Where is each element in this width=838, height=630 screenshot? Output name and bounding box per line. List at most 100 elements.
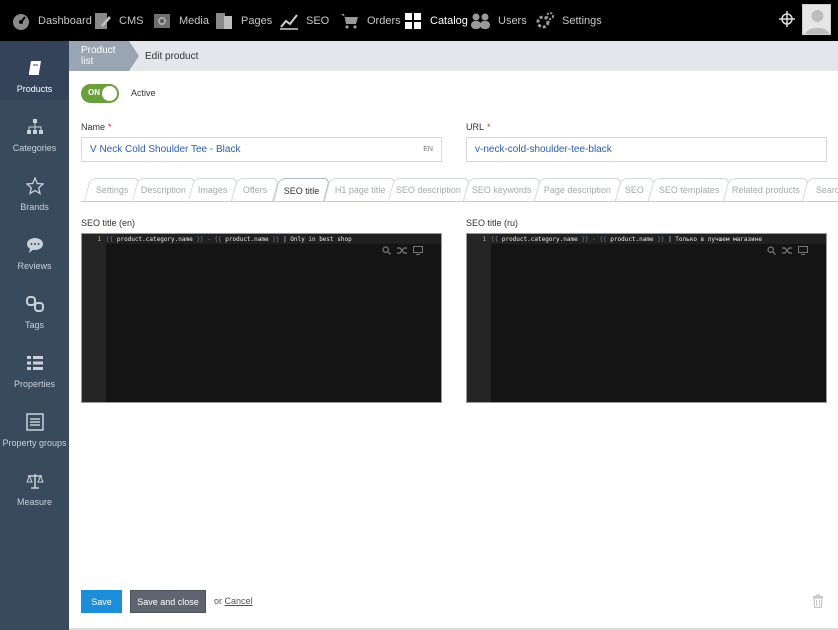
tab-related-products[interactable]: Related products bbox=[722, 178, 810, 201]
tab-h1-page-title[interactable]: H1 page title bbox=[323, 178, 397, 201]
name-label: Name * bbox=[81, 122, 112, 132]
cart-icon bbox=[339, 10, 361, 32]
dashboard-icon bbox=[10, 10, 32, 32]
seo-title-en-label: SEO title (en) bbox=[81, 218, 136, 228]
active-toggle[interactable]: ON bbox=[81, 84, 119, 103]
nav-users[interactable]: Users bbox=[470, 0, 527, 41]
toggle-state: ON bbox=[88, 88, 100, 97]
sidebar-item-label: Tags bbox=[24, 320, 44, 330]
star-icon bbox=[25, 176, 45, 196]
nav-media[interactable]: Media bbox=[151, 0, 209, 41]
list-box-icon bbox=[25, 412, 45, 432]
editor-gutter: 1 bbox=[82, 234, 106, 402]
nav-label: Catalog bbox=[430, 14, 468, 27]
sidebar-item-property-groups[interactable]: Property groups bbox=[0, 395, 69, 454]
active-label: Active bbox=[131, 88, 156, 98]
url-input[interactable]: v-neck-cold-shoulder-tee-black bbox=[466, 137, 827, 162]
nav-label: Media bbox=[179, 14, 209, 27]
name-input-value: V Neck Cold Shoulder Tee - Black bbox=[90, 144, 241, 155]
tab-description[interactable]: Description bbox=[131, 178, 197, 201]
required-mark: * bbox=[487, 122, 491, 132]
breadcrumb-arrow bbox=[129, 41, 139, 71]
seo-chart-icon bbox=[278, 10, 300, 32]
user-avatar[interactable] bbox=[802, 4, 831, 35]
sidebar-item-measure[interactable]: Measure bbox=[0, 454, 69, 513]
sidebar-item-reviews[interactable]: Reviews bbox=[0, 218, 69, 277]
nav-catalog[interactable]: Catalog bbox=[402, 0, 468, 41]
sidebar-item-categories[interactable]: Categories bbox=[0, 100, 69, 159]
nav-label: Pages bbox=[241, 14, 273, 27]
editor-gutter: 1 bbox=[467, 234, 491, 402]
required-mark: * bbox=[108, 122, 112, 132]
nav-settings[interactable]: Settings bbox=[534, 0, 602, 41]
or-text: or bbox=[214, 596, 223, 606]
shuffle-icon[interactable] bbox=[397, 245, 407, 255]
url-label-text: URL bbox=[466, 122, 485, 132]
tab-page-description[interactable]: Page description bbox=[533, 178, 623, 201]
monitor-icon[interactable] bbox=[798, 245, 808, 255]
shuffle-icon[interactable] bbox=[782, 245, 792, 255]
seo-title-ru-label: SEO title (ru) bbox=[466, 218, 519, 228]
tab-seo-templates[interactable]: SEO templates bbox=[647, 178, 731, 201]
code-line[interactable]: {{ product.category.name }} - {{ product… bbox=[491, 234, 826, 244]
seo-title-ru-editor[interactable]: 1 {{ product.category.name }} - {{ produ… bbox=[466, 233, 827, 403]
nav-cms[interactable]: CMS bbox=[91, 0, 143, 41]
search-icon[interactable] bbox=[766, 245, 776, 255]
tab-seo-keywords[interactable]: SEO keywords bbox=[462, 178, 542, 201]
tab-search[interactable]: Search bbox=[801, 178, 838, 201]
nav-label: Users bbox=[498, 14, 527, 27]
nav-label: Orders bbox=[367, 14, 401, 27]
nav-label: Dashboard bbox=[38, 14, 92, 27]
users-icon bbox=[470, 10, 492, 32]
tab-seo-description[interactable]: SEO description bbox=[387, 178, 471, 201]
monitor-icon[interactable] bbox=[413, 245, 423, 255]
book-icon bbox=[25, 58, 45, 78]
sidebar-item-label: Brands bbox=[20, 202, 49, 212]
save-button[interactable]: Save bbox=[81, 590, 122, 613]
nav-seo[interactable]: SEO bbox=[278, 0, 329, 41]
code-line[interactable]: {{ product.category.name }} - {{ product… bbox=[106, 234, 441, 244]
or-cancel: or Cancel bbox=[214, 596, 253, 606]
language-tag[interactable]: EN bbox=[423, 146, 433, 153]
nav-pages[interactable]: Pages bbox=[213, 0, 272, 41]
name-label-text: Name bbox=[81, 122, 106, 132]
sidebar-item-label: Measure bbox=[16, 497, 52, 507]
link-icon bbox=[25, 294, 45, 314]
crosshair-icon[interactable] bbox=[778, 10, 796, 28]
cms-icon bbox=[91, 10, 113, 32]
toggle-knob bbox=[102, 86, 117, 101]
name-input[interactable]: V Neck Cold Shoulder Tee - Black EN bbox=[81, 137, 442, 162]
save-and-close-button[interactable]: Save and close bbox=[130, 590, 206, 613]
sidebar-item-label: Categories bbox=[12, 143, 57, 153]
tab-offers[interactable]: Offers bbox=[230, 178, 280, 201]
breadcrumb-product-list[interactable]: Product list bbox=[69, 41, 129, 71]
trash-icon[interactable] bbox=[812, 594, 824, 609]
seo-title-en-editor[interactable]: 1 {{ product.category.name }} - {{ produ… bbox=[81, 233, 442, 403]
pages-icon bbox=[213, 10, 235, 32]
product-tabs: Settings Description Images Offers SEO t… bbox=[81, 178, 838, 202]
sidebar-item-label: Reviews bbox=[17, 261, 52, 271]
list-icon bbox=[25, 353, 45, 373]
sidebar-item-label: Properties bbox=[13, 379, 56, 389]
user-silhouette-icon bbox=[805, 10, 830, 34]
nav-label: CMS bbox=[119, 14, 144, 27]
top-navigation-bar: Dashboard CMS Media Pages SEO Orders Cat… bbox=[0, 0, 838, 41]
sidebar-item-products[interactable]: Products bbox=[0, 41, 69, 100]
search-icon[interactable] bbox=[381, 245, 391, 255]
scales-icon bbox=[25, 471, 45, 491]
editor-toolbar bbox=[766, 245, 808, 255]
sidebar-item-brands[interactable]: Brands bbox=[0, 159, 69, 218]
cancel-link[interactable]: Cancel bbox=[225, 596, 253, 606]
url-label: URL * bbox=[466, 122, 491, 132]
editor-toolbar bbox=[381, 245, 423, 255]
sidebar: Products Categories Brands Reviews Tags … bbox=[0, 41, 69, 630]
tab-images[interactable]: Images bbox=[187, 178, 239, 201]
tab-seo-title[interactable]: SEO title bbox=[272, 178, 331, 201]
nav-orders[interactable]: Orders bbox=[339, 0, 401, 41]
sidebar-item-tags[interactable]: Tags bbox=[0, 277, 69, 336]
nav-dashboard[interactable]: Dashboard bbox=[10, 0, 92, 41]
sidebar-item-properties[interactable]: Properties bbox=[0, 336, 69, 395]
gears-icon bbox=[534, 10, 556, 32]
nav-label: Settings bbox=[562, 14, 602, 27]
sidebar-item-label: Products bbox=[16, 84, 53, 94]
